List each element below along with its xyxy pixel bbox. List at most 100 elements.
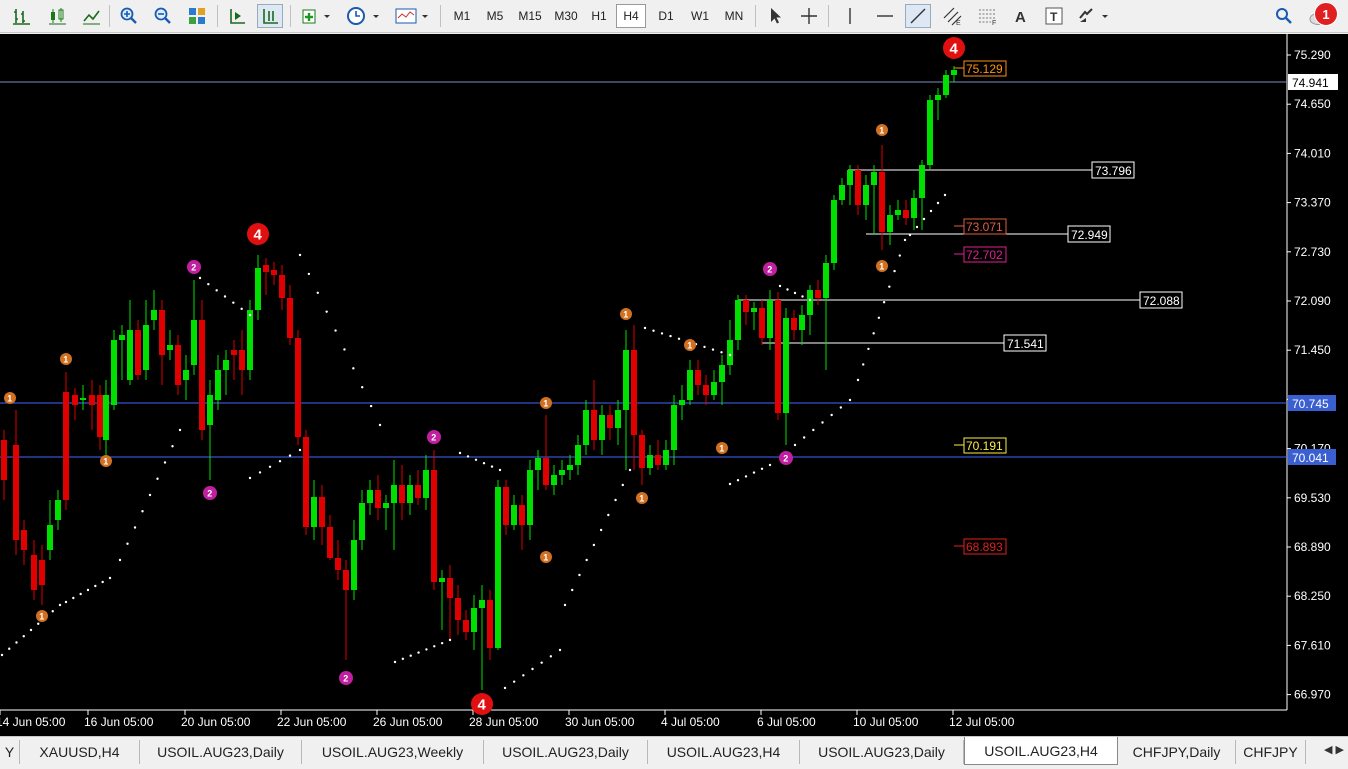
sar-dot	[148, 493, 152, 497]
horizontal-line-icon[interactable]	[872, 4, 898, 28]
chart-canvas: 75.290 74.650 74.010 73.370 72.730 72.090 71.4…	[0, 34, 1338, 729]
zoom-in-icon[interactable]	[116, 4, 142, 28]
candle-body	[183, 370, 189, 380]
candlestick-chart-icon[interactable]	[44, 4, 70, 28]
candle-body	[463, 620, 469, 632]
candle-body	[89, 395, 95, 405]
candle-body	[743, 300, 749, 312]
sar-dot	[540, 661, 543, 664]
chart-tab[interactable]: USOIL.AUG23,H4	[964, 737, 1118, 765]
timeframe-w1[interactable]: W1	[685, 4, 715, 28]
price-tick-label: 72.730	[1294, 245, 1331, 259]
candle-body	[855, 170, 861, 205]
sar-dot	[744, 475, 748, 478]
vertical-line-icon[interactable]	[838, 4, 862, 28]
sar-dot	[882, 301, 886, 304]
chart-tab[interactable]: USOIL.AUG23,Daily	[800, 740, 964, 764]
candle-body	[1, 440, 7, 480]
candle-body	[887, 215, 893, 232]
tile-windows-icon[interactable]	[184, 4, 210, 28]
sar-dot	[316, 291, 319, 294]
sar-dot	[839, 406, 843, 409]
zoom-out-icon[interactable]	[150, 4, 176, 28]
notification-badge[interactable]: 1	[1314, 2, 1338, 26]
sar-dot	[728, 482, 732, 486]
fibonacci-icon[interactable]: F	[975, 4, 1001, 28]
sar-dot	[64, 600, 68, 604]
candle-body	[151, 310, 157, 320]
text-label-icon[interactable]: A	[1009, 4, 1033, 28]
candle-body	[847, 170, 853, 185]
timeframe-m30[interactable]: M30	[549, 4, 583, 28]
sar-dot	[298, 253, 302, 257]
text-box-icon[interactable]: T	[1042, 4, 1066, 28]
timeframe-h1[interactable]: H1	[585, 4, 613, 28]
candle-body	[359, 503, 365, 540]
sar-dot	[490, 465, 494, 468]
auto-scroll-icon[interactable]	[224, 4, 250, 28]
chart-tab[interactable]: CHFJPY	[1236, 740, 1306, 764]
time-tick-label: 20 Jun 05:00	[181, 715, 251, 729]
sar-dot	[482, 462, 486, 465]
sar-dot	[793, 291, 797, 295]
candle-body	[399, 485, 405, 503]
candle-body	[55, 500, 61, 520]
candle-body	[319, 497, 325, 527]
chart-tab[interactable]: XAUUSD,H4	[20, 740, 140, 764]
chart-tab[interactable]: USOIL.AUG23,Daily	[140, 740, 302, 764]
timeframe-h4[interactable]: H4	[616, 4, 646, 28]
sar-dot	[15, 641, 18, 644]
candle-body	[775, 300, 781, 413]
price-chart[interactable]: 75.290 74.650 74.010 73.370 72.730 72.090 71.4…	[0, 34, 1348, 736]
chart-tab[interactable]: USOIL.AUG23,Weekly	[302, 740, 484, 764]
indicators-dropdown-icon[interactable]	[298, 4, 334, 28]
candle-body	[895, 210, 901, 215]
candle-body	[767, 300, 773, 338]
candle-body	[431, 470, 437, 582]
clock-periods-icon[interactable]	[344, 4, 384, 28]
candle-body	[863, 185, 869, 205]
chart-tab[interactable]: Y	[0, 740, 20, 764]
timeframe-m5[interactable]: M5	[480, 4, 510, 28]
candle-body	[871, 172, 877, 185]
sar-dot	[922, 217, 926, 221]
bar-chart-icon[interactable]	[8, 4, 34, 28]
search-icon[interactable]	[1272, 4, 1296, 28]
candle-body	[47, 525, 53, 550]
timeframe-m1[interactable]: M1	[447, 4, 477, 28]
candle-body	[271, 270, 277, 275]
candle-body	[527, 470, 533, 525]
equidistant-channel-icon[interactable]: E	[939, 4, 967, 28]
arrows-dropdown-icon[interactable]	[1074, 4, 1114, 28]
chart-shift-icon[interactable]	[257, 4, 283, 28]
sar-dot	[448, 638, 452, 642]
time-tick-label: 12 Jul 05:00	[949, 715, 1015, 729]
chart-tab[interactable]: CHFJPY,Daily	[1118, 740, 1236, 764]
cursor-arrow-icon[interactable]	[762, 4, 788, 28]
sar-dot	[503, 686, 507, 690]
tab-scroll-arrows-icon[interactable]: ◀ ▶	[1324, 743, 1344, 756]
chart-tab[interactable]: USOIL.AUG23,H4	[648, 740, 800, 764]
price-tick-label: 69.530	[1294, 491, 1331, 505]
timeframe-d1[interactable]: D1	[651, 4, 681, 28]
candle-body	[799, 315, 805, 330]
wave-count-label: 2	[431, 432, 436, 442]
time-tick-label: 6 Jul 05:00	[757, 715, 816, 729]
candle-body	[279, 275, 285, 298]
candle-body	[807, 290, 813, 315]
candle-body	[623, 350, 629, 410]
sar-dot	[872, 332, 875, 335]
candle-body	[751, 308, 757, 312]
timeframe-m15[interactable]: M15	[513, 4, 547, 28]
price-tick-label: 72.090	[1294, 294, 1331, 308]
candle-body	[191, 320, 197, 365]
crosshair-icon[interactable]	[796, 4, 822, 28]
sar-dot	[563, 603, 567, 607]
templates-dropdown-icon[interactable]	[392, 4, 432, 28]
sar-dot	[334, 329, 337, 332]
chart-tab[interactable]: USOIL.AUG23,Daily	[484, 740, 648, 764]
candle-body	[343, 570, 349, 590]
timeframe-mn[interactable]: MN	[718, 4, 750, 28]
trendline-icon[interactable]	[905, 4, 931, 28]
line-chart-icon[interactable]	[78, 4, 104, 28]
